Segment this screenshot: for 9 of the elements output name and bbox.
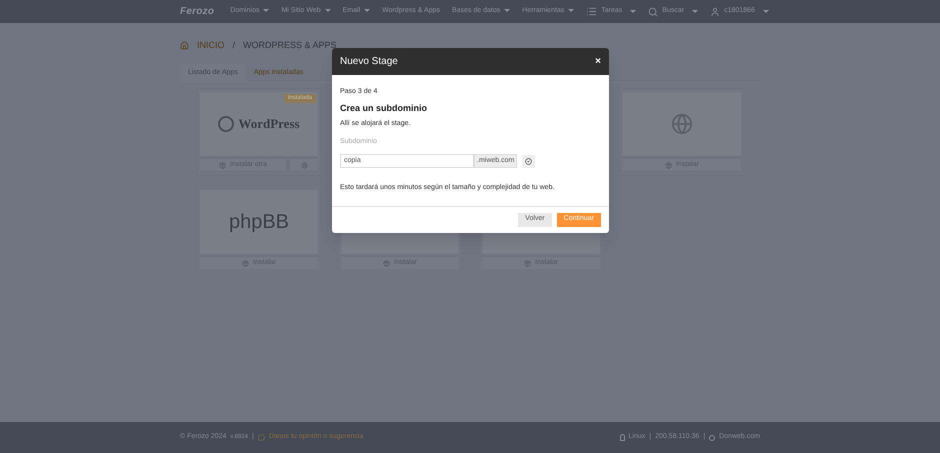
breadcrumb-item[interactable]: INICIO — [197, 39, 225, 52]
logo-text: phpBB — [228, 210, 290, 235]
logo-text: WordPress — [238, 115, 300, 134]
modal-title: Nuevo Stage — [340, 55, 398, 69]
breadcrumb-separator: / — [232, 39, 236, 52]
breadcrumb-item: WORDPRESS & APPS — [243, 39, 337, 52]
brand-logo[interactable]: Ferozo — [180, 4, 214, 19]
modal-heading: Crea un subdominio — [340, 102, 428, 114]
close-button[interactable]: × — [595, 54, 601, 69]
